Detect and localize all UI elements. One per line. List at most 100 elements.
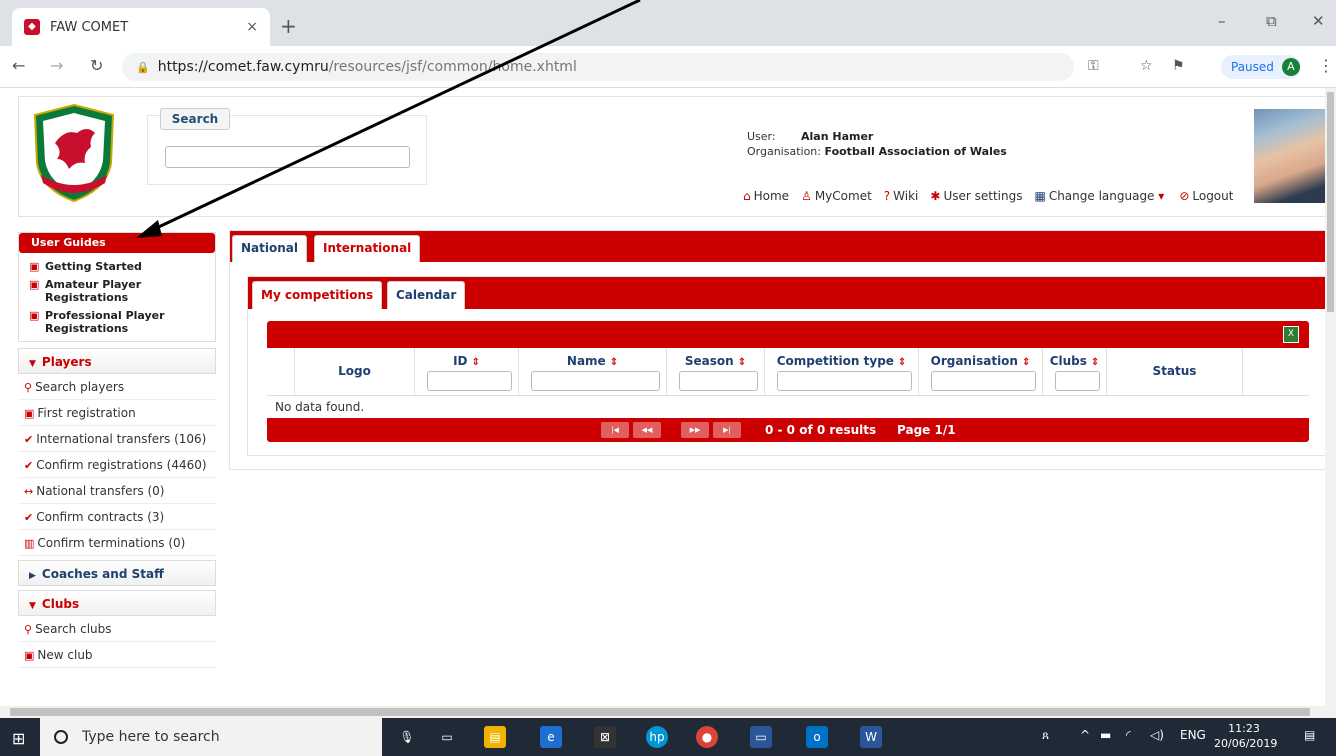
next-page-icon[interactable]: ▶▶ <box>681 422 709 438</box>
site-header: Search User: Alan Hamer Organisation: Foo… <box>18 96 1328 217</box>
filter-organisation-input[interactable] <box>931 371 1036 391</box>
column-status: Status <box>1107 348 1243 395</box>
user-settings-link[interactable]: ✱ User settings <box>930 189 1022 203</box>
taskbar-search-placeholder: Type here to search <box>82 729 220 745</box>
edge-icon[interactable]: e <box>540 726 562 748</box>
microphone-icon[interactable]: 🎙 <box>396 726 418 748</box>
home-link[interactable]: ⌂ Home <box>743 189 789 203</box>
pdf-icon: ▣ <box>29 260 40 273</box>
filter-name-input[interactable] <box>531 371 660 391</box>
close-window-button[interactable]: ✕ <box>1312 12 1325 30</box>
mycomet-link[interactable]: ♙ MyComet <box>801 189 872 203</box>
chrome-icon[interactable]: ● <box>696 726 718 748</box>
column-label: Competition type <box>776 354 894 368</box>
coaches-section-header[interactable]: ▶ Coaches and Staff <box>18 560 216 586</box>
logout-link[interactable]: ⊘ Logout <box>1179 189 1233 203</box>
column-season[interactable]: Season ⇕ <box>667 348 765 395</box>
prev-page-icon[interactable]: ◀◀ <box>633 422 661 438</box>
search-button[interactable]: Search <box>160 108 230 130</box>
guide-amateur-registrations[interactable]: ▣ Amateur Player Registrations <box>19 275 215 306</box>
browser-tab[interactable]: ◆ FAW COMET × <box>12 8 270 46</box>
restore-button[interactable]: ⧉ <box>1266 12 1277 30</box>
nav-search-players[interactable]: ⚲ Search players <box>18 374 216 400</box>
key-icon[interactable]: ⚿ <box>1088 58 1099 74</box>
notifications-icon[interactable]: ▤ <box>1304 728 1315 742</box>
horizontal-scrollbar[interactable] <box>0 706 1336 718</box>
volume-icon[interactable]: ◁) <box>1150 728 1164 742</box>
column-competition-type[interactable]: Competition type ⇕ <box>765 348 919 395</box>
first-page-icon[interactable]: |◀ <box>601 422 629 438</box>
guide-getting-started[interactable]: ▣ Getting Started <box>19 257 215 275</box>
tray-chevron-icon[interactable]: ^ <box>1080 728 1090 742</box>
column-clubs[interactable]: Clubs ⇕ <box>1043 348 1107 395</box>
search-input[interactable] <box>165 146 410 168</box>
vertical-scrollbar[interactable] <box>1325 88 1336 706</box>
nav-new-club[interactable]: ▣ New club <box>18 642 216 668</box>
tab-international[interactable]: International <box>314 235 421 262</box>
nav-confirm-contracts[interactable]: ✔ Confirm contracts (3) <box>18 504 216 530</box>
tab-my-competitions[interactable]: My competitions <box>252 281 383 309</box>
reload-icon[interactable]: ↻ <box>90 56 103 75</box>
back-icon[interactable]: ← <box>12 56 25 75</box>
column-id[interactable]: ID ⇕ <box>415 348 519 395</box>
file-explorer-icon[interactable]: ▤ <box>484 726 506 748</box>
nav-confirm-registrations[interactable]: ✔ Confirm registrations (4460) <box>18 452 216 478</box>
org-label: Organisation: <box>747 145 821 158</box>
wiki-label: Wiki <box>893 189 919 203</box>
hp-icon[interactable]: hp <box>646 726 668 748</box>
wiki-link[interactable]: ? Wiki <box>884 189 919 203</box>
logout-label: Logout <box>1192 189 1234 203</box>
trash-icon: ▥ <box>24 537 35 550</box>
profile-button[interactable]: Paused A <box>1221 55 1301 79</box>
excel-export-icon[interactable]: X <box>1283 326 1299 343</box>
horizontal-scroll-thumb[interactable] <box>10 708 1310 716</box>
change-language-link[interactable]: ▦ Change language ▾ <box>1034 189 1167 203</box>
menu-kebab-icon[interactable]: ⋮ <box>1318 56 1334 75</box>
people-icon[interactable]: ጸ <box>1042 728 1049 743</box>
taskbar-search[interactable]: Type here to search <box>40 718 382 756</box>
filter-id-input[interactable] <box>427 371 512 391</box>
guide-professional-registrations[interactable]: ▣ Professional Player Registrations <box>19 306 215 337</box>
word-icon[interactable]: W <box>860 726 882 748</box>
extension-icon[interactable]: ⚑ <box>1172 58 1185 74</box>
row-select-column <box>267 348 295 395</box>
tab-close-icon[interactable]: × <box>246 19 258 35</box>
filter-season-input[interactable] <box>679 371 758 391</box>
vertical-scroll-thumb[interactable] <box>1327 92 1334 312</box>
wifi-icon[interactable]: ◜ <box>1126 728 1131 742</box>
star-icon[interactable]: ☆ <box>1140 58 1153 74</box>
clock[interactable]: 11:23 20/06/2019 <box>1214 721 1277 751</box>
outlook-icon[interactable]: o <box>806 726 828 748</box>
nav-confirm-terminations[interactable]: ▥ Confirm terminations (0) <box>18 530 216 556</box>
forward-icon[interactable]: → <box>50 56 63 75</box>
tab-calendar[interactable]: Calendar <box>387 281 466 309</box>
tab-national[interactable]: National <box>232 235 307 262</box>
nav-search-clubs[interactable]: ⚲ Search clubs <box>18 616 216 642</box>
last-page-icon[interactable]: ▶| <box>713 422 741 438</box>
column-name[interactable]: Name ⇕ <box>519 348 667 395</box>
new-tab-button[interactable]: + <box>280 14 297 38</box>
user-name: Alan Hamer <box>801 130 874 143</box>
filter-clubs-input[interactable] <box>1055 371 1100 391</box>
column-organisation[interactable]: Organisation ⇕ <box>919 348 1043 395</box>
task-view-icon[interactable]: ▭ <box>436 726 458 748</box>
column-label: Logo <box>338 364 371 378</box>
column-label: Name <box>566 354 606 368</box>
document-icon: ▣ <box>24 407 35 420</box>
nav-first-registration[interactable]: ▣ First registration <box>18 400 216 426</box>
language-indicator[interactable]: ENG <box>1180 728 1206 742</box>
store-icon[interactable]: ⊠ <box>594 726 616 748</box>
players-section-header[interactable]: ▼ Players <box>18 348 216 374</box>
address-bar[interactable]: 🔒 https://comet.faw.cymru/resources/jsf/… <box>122 53 1074 81</box>
sort-icon: ⇕ <box>1090 357 1100 368</box>
battery-icon[interactable]: ▬ <box>1100 728 1111 742</box>
nav-national-transfers[interactable]: ↔ National transfers (0) <box>18 478 216 504</box>
filter-competition-type-input[interactable] <box>777 371 912 391</box>
clubs-section-header[interactable]: ▼ Clubs <box>18 590 216 616</box>
user-guides-header[interactable]: User Guides <box>19 233 215 253</box>
minimize-button[interactable]: – <box>1218 12 1226 30</box>
caret-down-icon: ▾ <box>1158 189 1165 203</box>
remote-desktop-icon[interactable]: ▭ <box>750 726 772 748</box>
nav-international-transfers[interactable]: ✔ International transfers (106) <box>18 426 216 452</box>
windows-start-icon[interactable]: ⊞ <box>12 729 25 748</box>
